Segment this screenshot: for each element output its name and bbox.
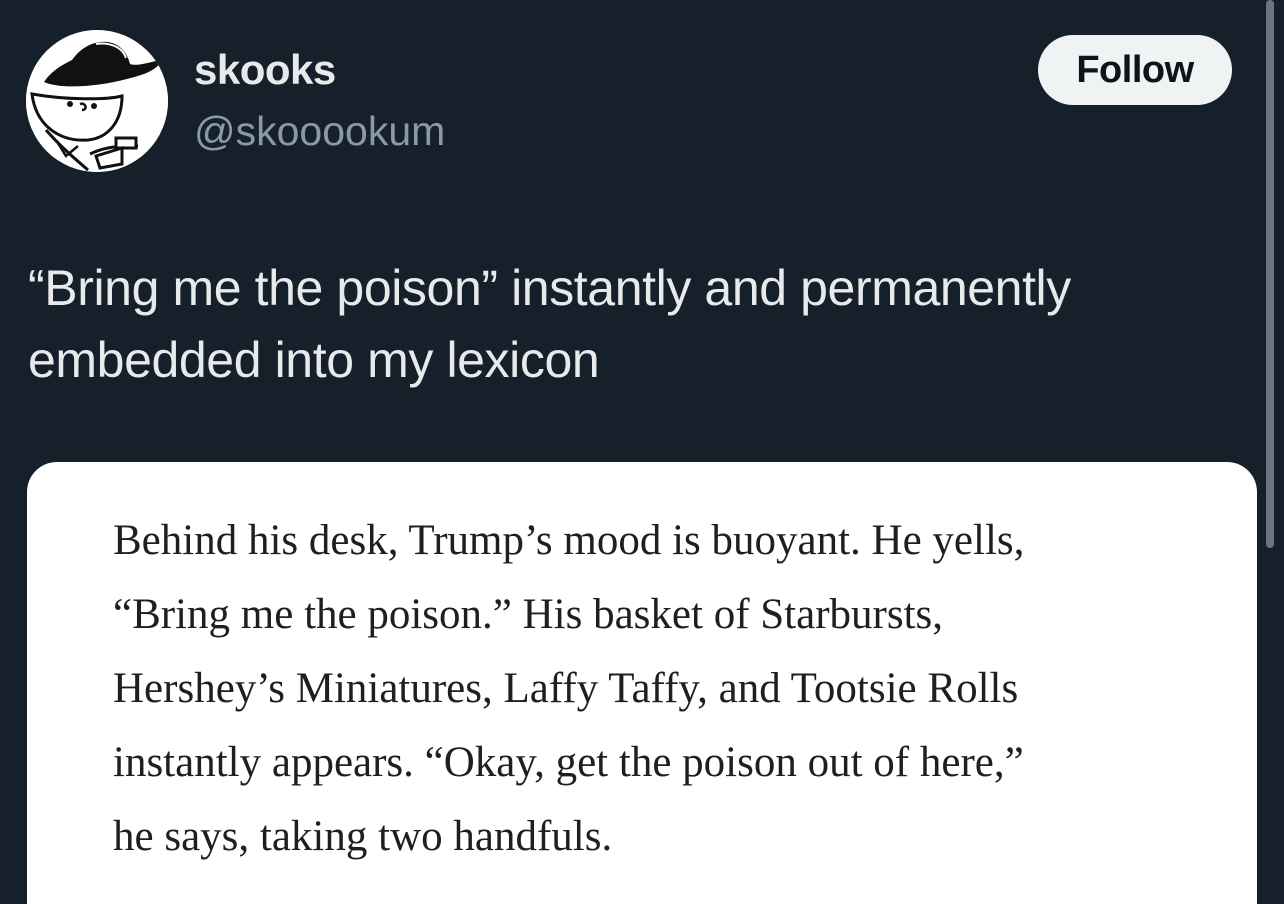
cartoon-cowboy-avatar-icon	[26, 30, 168, 172]
book-excerpt-line: “Bring me the poison.” His basket of Sta…	[113, 591, 944, 638]
attached-image[interactable]: Behind his desk, Trump’s mood is buoyant…	[27, 462, 1257, 904]
tweet-text: “Bring me the poison” instantly and perm…	[28, 252, 1248, 396]
book-excerpt: Behind his desk, Trump’s mood is buoyant…	[113, 504, 1213, 874]
tweet-page: skooks @skooookum Follow “Bring me the p…	[0, 0, 1284, 904]
previous-content-edge	[0, 0, 1284, 4]
book-excerpt-line: instantly appears. “Okay, get the poison…	[113, 739, 1024, 786]
avatar[interactable]	[26, 30, 168, 172]
book-excerpt-line: Behind his desk, Trump’s mood is buoyant…	[113, 517, 1025, 564]
book-excerpt-line: he says, taking two handfuls.	[113, 813, 613, 860]
tweet-text-line: embedded into my lexicon	[28, 332, 600, 388]
user-handle[interactable]: @skooookum	[194, 108, 445, 155]
book-excerpt-line: Hershey’s Miniatures, Laffy Taffy, and T…	[113, 665, 1019, 712]
scrollbar[interactable]	[1266, 0, 1274, 548]
tweet-text-line: “Bring me the poison” instantly and perm…	[28, 260, 1071, 316]
follow-button[interactable]: Follow	[1038, 35, 1232, 105]
display-name[interactable]: skooks	[194, 46, 336, 94]
